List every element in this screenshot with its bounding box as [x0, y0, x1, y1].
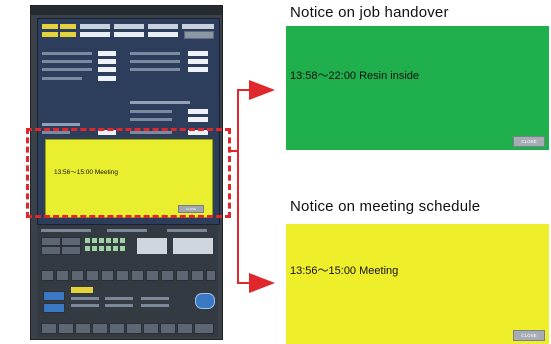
notice-heading-job-handover: Notice on job handover	[290, 4, 449, 21]
hmi-value-cell	[42, 32, 58, 37]
hmi-function-key[interactable]	[126, 323, 142, 334]
hmi-function-key[interactable]	[194, 323, 214, 334]
hmi-indicator	[99, 246, 104, 251]
hmi-key[interactable]	[206, 270, 216, 281]
hmi-param-value[interactable]	[188, 67, 208, 72]
arrow-right-icon	[249, 80, 275, 100]
hmi-function-key[interactable]	[92, 323, 108, 334]
hmi-param-value[interactable]	[188, 109, 208, 114]
notice-heading-meeting-schedule: Notice on meeting schedule	[290, 198, 481, 215]
connector-line	[237, 89, 239, 284]
hmi-key[interactable]	[41, 246, 61, 255]
hmi-indicator	[92, 246, 97, 251]
hmi-param-label	[71, 304, 99, 307]
hmi-status-cell	[182, 24, 214, 29]
hmi-key[interactable]	[116, 270, 129, 281]
hmi-mode-button[interactable]	[43, 291, 65, 301]
hmi-key[interactable]	[191, 270, 204, 281]
hmi-value-cell	[114, 32, 144, 37]
hmi-param-value[interactable]	[188, 51, 208, 56]
hmi-key[interactable]	[176, 270, 189, 281]
hmi-status-cell	[80, 24, 110, 29]
close-button[interactable]: CLOSE	[513, 136, 545, 147]
hmi-param-label	[130, 60, 180, 63]
hmi-cycle-button[interactable]	[195, 293, 215, 309]
notice-message: 13:58〜22:00 Resin inside	[290, 70, 420, 82]
hmi-param-label	[130, 110, 172, 113]
hmi-indicator	[120, 238, 125, 243]
hmi-indicator	[85, 246, 90, 251]
hmi-title-bar	[31, 6, 222, 15]
hmi-param-label	[42, 52, 92, 55]
hmi-status-cell	[148, 24, 178, 29]
hmi-status-cell	[42, 24, 58, 29]
hmi-indicator	[85, 238, 90, 243]
close-button[interactable]: CLOSE	[513, 330, 545, 341]
arrow-right-icon	[249, 273, 275, 293]
hmi-function-key[interactable]	[75, 323, 91, 334]
hmi-param-value[interactable]	[188, 59, 208, 64]
hmi-key[interactable]	[101, 270, 114, 281]
notice-panel-meeting-schedule: 13:56〜15:00 Meeting CLOSE	[286, 224, 549, 344]
hmi-param-label	[167, 229, 207, 232]
hmi-param-label	[42, 68, 92, 71]
notice-message: 13:56〜15:00 Meeting	[290, 265, 399, 277]
hmi-param-label	[130, 52, 180, 55]
hmi-param-label	[105, 304, 133, 307]
hmi-setting-button[interactable]	[184, 31, 214, 39]
hmi-param-label	[130, 118, 172, 121]
hmi-section-label	[130, 101, 190, 104]
hmi-indicator	[113, 246, 118, 251]
hmi-key[interactable]	[56, 270, 69, 281]
hmi-function-key[interactable]	[58, 323, 74, 334]
hmi-param-label	[105, 297, 133, 300]
notice-panel-job-handover: 13:58〜22:00 Resin inside CLOSE	[286, 26, 549, 150]
hmi-key[interactable]	[41, 270, 54, 281]
hmi-param-label	[141, 304, 169, 307]
hmi-param-label	[41, 229, 91, 232]
hmi-param-label	[141, 297, 169, 300]
hmi-param-value[interactable]	[98, 51, 116, 56]
hmi-indicator	[106, 238, 111, 243]
hmi-key[interactable]	[41, 237, 61, 246]
hmi-function-key[interactable]	[41, 323, 57, 334]
hmi-table	[173, 238, 213, 254]
hmi-indicator	[99, 238, 104, 243]
hmi-key[interactable]	[71, 270, 84, 281]
hmi-param-label	[71, 297, 99, 300]
hmi-param-value[interactable]	[98, 76, 116, 81]
hmi-param-label	[42, 60, 92, 63]
highlight-dashed-frame	[26, 128, 231, 218]
hmi-param-value[interactable]	[98, 59, 116, 64]
hmi-lower-controls	[37, 225, 218, 337]
hmi-param-label	[107, 229, 147, 232]
hmi-indicator	[106, 246, 111, 251]
hmi-param-value[interactable]	[98, 67, 116, 72]
hmi-value-cell	[80, 32, 110, 37]
hmi-key[interactable]	[61, 246, 81, 255]
hmi-mode-button[interactable]	[43, 303, 65, 313]
hmi-table	[137, 238, 167, 254]
hmi-status-cell	[60, 24, 76, 29]
hmi-param-label	[130, 68, 180, 71]
hmi-value-cell	[60, 32, 76, 37]
hmi-key[interactable]	[161, 270, 174, 281]
hmi-function-key[interactable]	[143, 323, 159, 334]
hmi-function-key[interactable]	[160, 323, 176, 334]
hmi-status-cell	[114, 24, 144, 29]
hmi-key[interactable]	[86, 270, 99, 281]
hmi-key[interactable]	[61, 237, 81, 246]
hmi-indicator	[92, 238, 97, 243]
hmi-status-tag	[71, 287, 93, 293]
hmi-function-key[interactable]	[109, 323, 125, 334]
hmi-value-cell	[148, 32, 178, 37]
hmi-param-label	[42, 77, 82, 80]
hmi-indicator	[113, 238, 118, 243]
hmi-key[interactable]	[146, 270, 159, 281]
hmi-function-key[interactable]	[177, 323, 193, 334]
hmi-indicator	[120, 246, 125, 251]
hmi-param-value[interactable]	[188, 117, 208, 122]
hmi-section-label	[42, 123, 80, 126]
hmi-key[interactable]	[131, 270, 144, 281]
